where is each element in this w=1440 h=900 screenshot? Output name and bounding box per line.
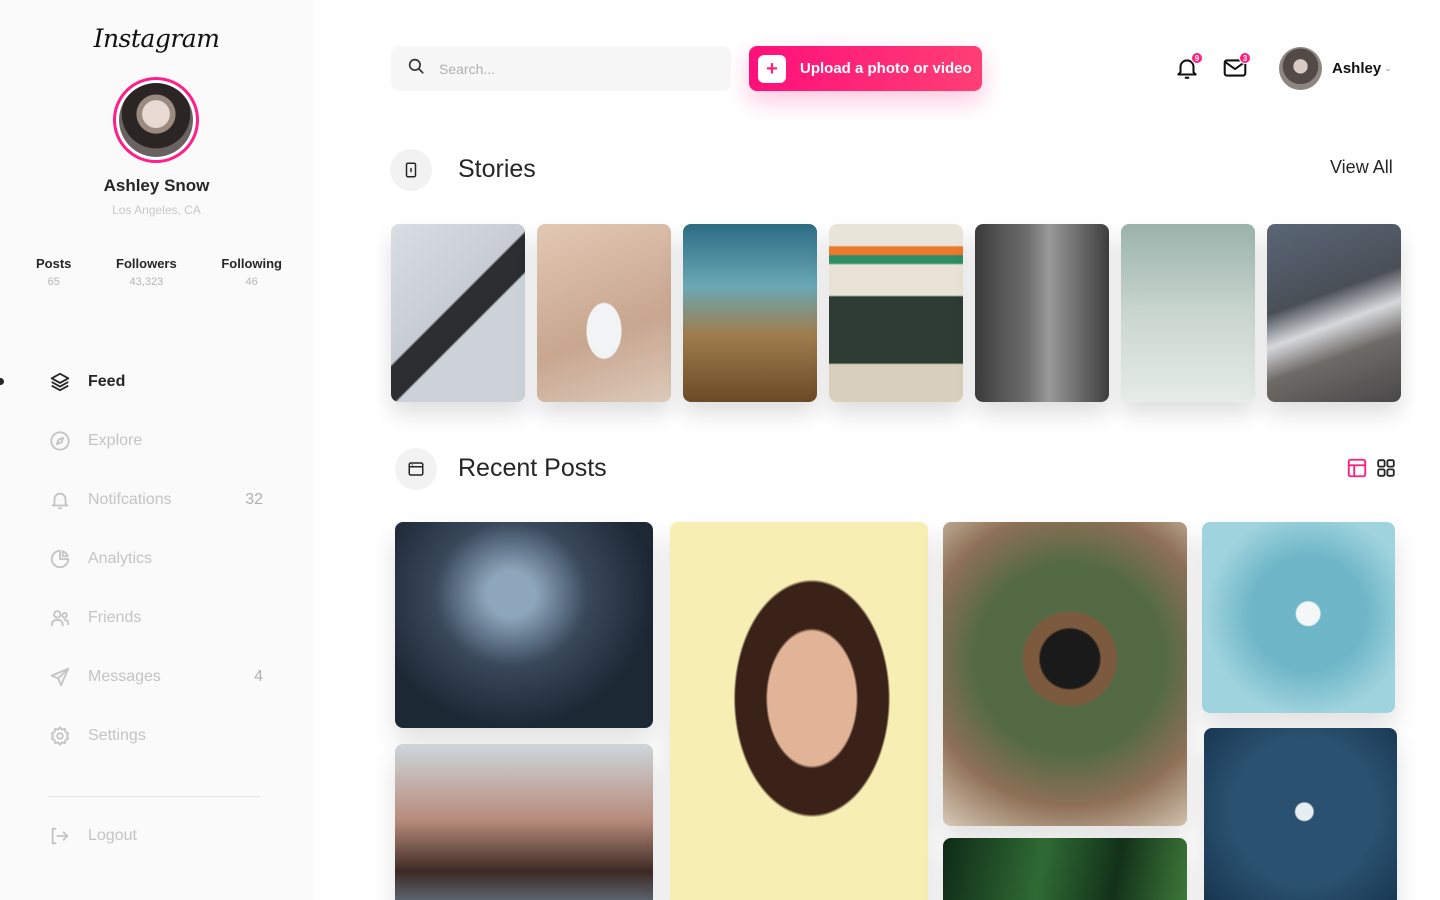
bell-icon <box>1174 59 1200 85</box>
layers-icon <box>48 370 72 394</box>
logout-container: Logout <box>0 806 313 865</box>
chevron-down-icon: ⌄ <box>1384 63 1392 73</box>
sidebar-item-friends[interactable]: Friends <box>0 588 313 647</box>
send-icon <box>48 665 72 689</box>
story-sand-body[interactable] <box>537 224 671 402</box>
sidebar-item-analytics[interactable]: Analytics <box>0 529 313 588</box>
profile-location: Los Angeles, CA <box>112 203 201 217</box>
messages-badge: 3 <box>1239 52 1251 64</box>
stat-value: 65 <box>47 276 60 288</box>
active-indicator <box>0 377 4 385</box>
story-storefront[interactable] <box>829 224 963 402</box>
view-all-link[interactable]: View All <box>1330 157 1393 178</box>
sidebar-item-explore[interactable]: Explore <box>0 411 313 470</box>
sidebar-item-settings[interactable]: Settings <box>0 706 313 765</box>
search-bar[interactable] <box>391 46 731 91</box>
notifications-badge: 9 <box>1191 52 1203 64</box>
grid-view-toggle[interactable] <box>1375 457 1399 481</box>
stories-title: Stories <box>458 155 536 183</box>
logout-button[interactable]: Logout <box>0 806 313 865</box>
pie-chart-icon <box>48 547 72 571</box>
sidebar-item-label: Friends <box>88 608 142 626</box>
stat-followers[interactable]: Followers 43,323 <box>116 256 177 288</box>
stat-posts[interactable]: Posts 65 <box>36 256 71 288</box>
story-woman-bw[interactable] <box>975 224 1109 402</box>
plus-icon: + <box>758 54 786 83</box>
sidebar-item-label: Analytics <box>88 549 153 567</box>
profile-name: Ashley Snow <box>103 176 210 195</box>
post-woman-hair-wind[interactable] <box>395 744 653 900</box>
sidebar-item-label: Messages <box>88 667 161 685</box>
stat-value: 43,323 <box>129 276 164 288</box>
story-sneakers[interactable] <box>1267 224 1401 402</box>
mail-icon <box>1222 59 1248 85</box>
sidebar-divider <box>48 796 260 797</box>
upload-button[interactable]: + Upload a photo or video <box>749 46 982 91</box>
search-input[interactable] <box>439 60 699 77</box>
grid-icon <box>1375 459 1397 483</box>
stat-label: Followers <box>116 256 177 271</box>
sidebar-item-messages[interactable]: Messages 4 <box>0 647 313 706</box>
profile-avatar[interactable] <box>113 77 199 163</box>
users-icon <box>48 606 72 630</box>
post-camera-in-plants[interactable] <box>943 522 1187 826</box>
search-icon <box>407 57 425 80</box>
upload-button-label: Upload a photo or video <box>800 60 972 77</box>
sidebar-item-label: Explore <box>88 431 143 449</box>
post-green-leaves[interactable] <box>943 838 1187 900</box>
story-palm-trees[interactable] <box>1121 224 1255 402</box>
sidebar: Instagram Ashley Snow Los Angeles, CA Po… <box>0 0 313 900</box>
stat-label: Following <box>221 256 282 271</box>
notifications-button[interactable]: 9 <box>1174 52 1203 81</box>
messages-count: 4 <box>254 667 263 685</box>
post-woman-portrait[interactable] <box>670 522 928 900</box>
gear-icon <box>48 724 72 748</box>
stat-label: Posts <box>36 256 72 271</box>
post-boat-dark-sea[interactable] <box>1204 728 1397 900</box>
user-menu[interactable]: Ashley ⌄ <box>1279 47 1392 90</box>
post-boat-turquoise[interactable] <box>1202 522 1395 713</box>
post-skyscraper-fog[interactable] <box>395 522 653 728</box>
sidebar-item-label: Notifcations <box>88 490 172 508</box>
layout-icon <box>1346 458 1368 483</box>
instagram-logo[interactable]: Instagram <box>0 24 313 53</box>
sidebar-item-label: Feed <box>88 372 126 390</box>
layout-view-toggle[interactable] <box>1346 457 1370 481</box>
sidebar-nav: Feed Explore Notifcations 32 Analytics F… <box>0 352 313 765</box>
user-name: Ashley <box>1332 60 1382 77</box>
stories-row <box>391 224 1401 402</box>
story-polaroid-camera[interactable] <box>391 224 525 402</box>
recent-posts-section-icon <box>395 448 437 490</box>
profile-avatar-image <box>119 83 193 157</box>
profile-stats: Posts 65 Followers 43,323 Following 46 <box>36 256 282 288</box>
compass-icon <box>48 429 72 453</box>
avatar <box>1279 47 1322 90</box>
logout-icon <box>48 824 72 848</box>
recent-posts-title: Recent Posts <box>458 454 607 482</box>
bell-icon <box>48 488 72 512</box>
stat-following[interactable]: Following 46 <box>221 256 282 288</box>
logout-label: Logout <box>88 826 137 844</box>
sidebar-item-notifications[interactable]: Notifcations 32 <box>0 470 313 529</box>
sidebar-item-label: Settings <box>88 726 146 744</box>
story-desert-cactus[interactable] <box>683 224 817 402</box>
stat-value: 46 <box>245 276 258 288</box>
messages-button[interactable]: 3 <box>1222 52 1251 81</box>
stories-section-icon <box>390 149 432 191</box>
sidebar-item-feed[interactable]: Feed <box>0 352 313 411</box>
notifications-count: 32 <box>245 490 263 508</box>
